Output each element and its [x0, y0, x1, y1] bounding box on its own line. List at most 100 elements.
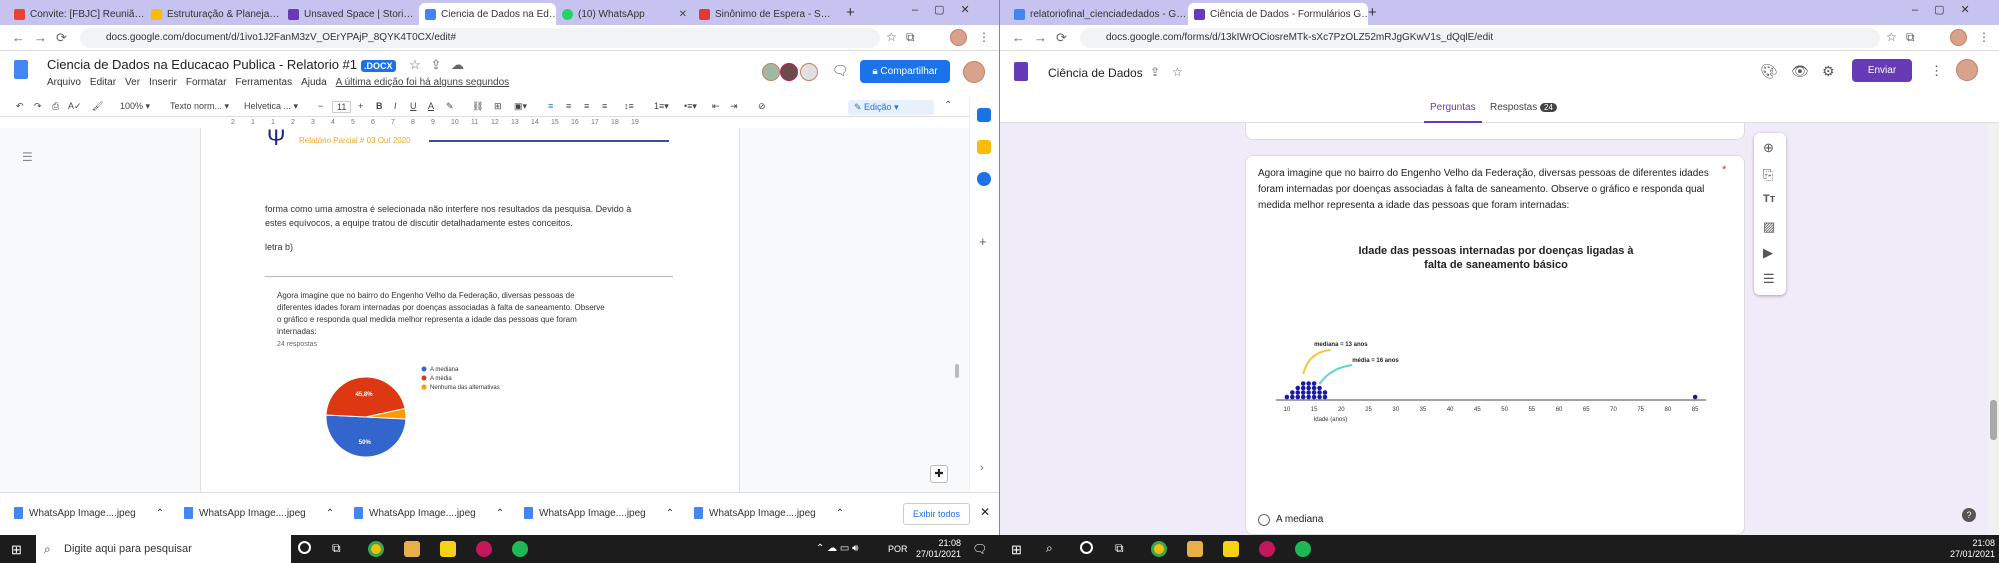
outline-icon[interactable]: ☰: [22, 150, 33, 164]
image-icon[interactable]: ▣▾: [514, 101, 527, 112]
expand-panel-icon[interactable]: ›: [980, 462, 984, 474]
form-scrollbar[interactable]: [1988, 123, 1999, 535]
redo-icon[interactable]: ↷: [34, 101, 42, 112]
doc-page[interactable]: 2 1 1 2 3 4 5 6 7 8 9 10 11 12 13 14 15 16 17 18 19 Ψ Relató…: [200, 119, 740, 492]
avatar[interactable]: [950, 29, 967, 46]
sticky-notes-icon[interactable]: [440, 541, 456, 557]
keep-icon[interactable]: [977, 140, 991, 154]
forward-icon[interactable]: →: [1034, 30, 1047, 45]
menu-item-inserir[interactable]: Inserir: [149, 77, 177, 88]
help-icon[interactable]: ?: [1962, 508, 1976, 522]
star-icon[interactable]: ☆: [1172, 65, 1183, 79]
new-tab-icon[interactable]: +: [846, 4, 855, 21]
font-select[interactable]: Helvetica ... ▾: [244, 101, 298, 112]
window-controls[interactable]: –▢✕: [1912, 3, 1986, 16]
extensions-icon[interactable]: ⧉: [1906, 30, 1915, 45]
taskbar-search-input[interactable]: ⌕ Digite aqui para pesquisar: [36, 535, 291, 563]
move-folder-icon[interactable]: ⇪: [1150, 65, 1160, 79]
show-all-downloads-button[interactable]: Exibir todos: [903, 503, 970, 525]
download-item[interactable]: WhatsApp Image....jpeg ⌃: [694, 507, 844, 519]
download-item[interactable]: WhatsApp Image....jpeg ⌃: [184, 507, 334, 519]
style-select[interactable]: Texto norm... ▾: [170, 101, 229, 112]
editing-mode-select[interactable]: ✎ Edição ▾: [848, 100, 934, 115]
close-downloads-icon[interactable]: ✕: [980, 505, 990, 519]
clock-right[interactable]: 21:08 27/01/2021: [1950, 538, 1995, 560]
chrome-profile-icon[interactable]: [476, 541, 492, 557]
preview-eye-icon[interactable]: 👁︎: [1791, 63, 1809, 80]
numbered-list-icon[interactable]: 1≡▾: [654, 101, 669, 112]
bookmark-star-icon[interactable]: ☆: [886, 30, 897, 44]
last-edit-link[interactable]: A última edição foi há alguns segundos: [336, 77, 509, 88]
collapse-menu-icon[interactable]: ⌃: [944, 100, 952, 111]
tab-3-active[interactable]: Ciencia de Dados na Ed…✕: [419, 3, 556, 25]
align-center-icon[interactable]: ≡: [566, 101, 571, 111]
clear-format-icon[interactable]: ⊘: [758, 101, 766, 112]
file-explorer-icon[interactable]: [1187, 541, 1203, 557]
file-explorer-icon[interactable]: [404, 541, 420, 557]
download-item[interactable]: WhatsApp Image....jpeg ⌃: [354, 507, 504, 519]
print-icon[interactable]: ⎙: [52, 101, 59, 112]
menu-item-formatar[interactable]: Formatar: [186, 77, 227, 88]
comments-icon[interactable]: 🗨: [832, 63, 849, 79]
task-view-icon[interactable]: ⧉: [332, 541, 341, 556]
bookmark-star-icon[interactable]: ☆: [1886, 30, 1897, 44]
avatar[interactable]: [1950, 29, 1967, 46]
user-avatar[interactable]: [1956, 59, 1978, 81]
add-section-icon[interactable]: ☰: [1763, 271, 1775, 287]
doc-scrollbar-thumb[interactable]: [955, 364, 959, 378]
line-spacing-icon[interactable]: ↕≡: [624, 101, 634, 111]
download-item[interactable]: WhatsApp Image....jpeg ⌃: [524, 507, 674, 519]
clock-left[interactable]: 21:08 27/01/2021: [916, 538, 961, 560]
add-title-icon[interactable]: Tт: [1763, 193, 1775, 205]
send-button[interactable]: Enviar: [1852, 59, 1912, 82]
browser-menu-icon[interactable]: ⋮: [1978, 30, 1990, 44]
more-options-icon[interactable]: ⋮: [1930, 63, 1943, 79]
paint-format-icon[interactable]: 🖌︎: [92, 101, 103, 112]
align-right-icon[interactable]: ≡: [584, 101, 589, 111]
download-item[interactable]: WhatsApp Image....jpeg ⌃: [14, 507, 164, 519]
tab-0[interactable]: Convite: [FBJC] Reuniã…✕: [8, 3, 145, 25]
window-controls[interactable]: –▢✕: [912, 3, 986, 16]
settings-gear-icon[interactable]: ⚙: [1822, 63, 1835, 80]
calendar-icon[interactable]: [977, 108, 991, 122]
collaborator-avatar[interactable]: [780, 63, 798, 81]
spotify-icon[interactable]: [512, 541, 528, 557]
task-view-icon[interactable]: ⧉: [1115, 541, 1124, 556]
font-size-increase-icon[interactable]: +: [358, 101, 363, 111]
cortana-icon[interactable]: [1080, 541, 1093, 554]
chevron-up-icon[interactable]: ⌃: [156, 508, 164, 519]
forward-icon[interactable]: →: [34, 30, 47, 45]
add-video-icon[interactable]: ▶: [1763, 245, 1773, 261]
comment-add-icon[interactable]: ⊞: [494, 101, 502, 112]
question-card[interactable]: Agora imagine que no bairro do Engenho V…: [1245, 155, 1745, 535]
undo-icon[interactable]: ↶: [16, 101, 24, 112]
star-icon[interactable]: ☆: [409, 57, 421, 72]
tab-0[interactable]: relatoriofinal_cienciadedados - G…✕: [1008, 3, 1188, 25]
collaborator-avatar[interactable]: [800, 63, 818, 81]
forms-logo-icon[interactable]: [1014, 62, 1028, 81]
chrome-icon[interactable]: [1151, 541, 1167, 557]
menu-item-editar[interactable]: Editar: [90, 77, 116, 88]
tab-questions[interactable]: Perguntas: [1430, 102, 1476, 113]
bold-icon[interactable]: B: [376, 101, 383, 111]
url-input[interactable]: docs.google.com/document/d/1ivo1J2FanM3z…: [80, 28, 880, 48]
tray-icons[interactable]: ⌃ ☁ ▭ 🔊︎: [816, 543, 858, 554]
highlight-icon[interactable]: ✎: [446, 101, 454, 112]
form-scrollbar-thumb[interactable]: [1990, 400, 1997, 440]
language-indicator[interactable]: POR: [888, 544, 908, 554]
tab-1-active[interactable]: Ciência de Dados - Formulários G…✕: [1188, 3, 1368, 25]
collaborator-avatar[interactable]: [762, 63, 780, 81]
text-color-icon[interactable]: A: [428, 101, 434, 111]
option-radio-mediana[interactable]: [1258, 514, 1270, 526]
bulleted-list-icon[interactable]: •≡▾: [684, 101, 697, 112]
increase-indent-icon[interactable]: ⇥: [730, 101, 738, 112]
extensions-icon[interactable]: ⧉: [906, 30, 915, 45]
decrease-indent-icon[interactable]: ⇤: [712, 101, 720, 112]
zoom-select[interactable]: 100% ▾: [120, 101, 150, 112]
chrome-icon[interactable]: [368, 541, 384, 557]
notifications-icon[interactable]: 🗨︎: [972, 542, 987, 556]
menu-item-arquivo[interactable]: Arquivo: [47, 77, 81, 88]
reload-icon[interactable]: ⟳: [1056, 30, 1067, 46]
menu-item-ferramentas[interactable]: Ferramentas: [235, 77, 292, 88]
share-button[interactable]: 🔒︎ Compartilhar: [860, 60, 950, 83]
